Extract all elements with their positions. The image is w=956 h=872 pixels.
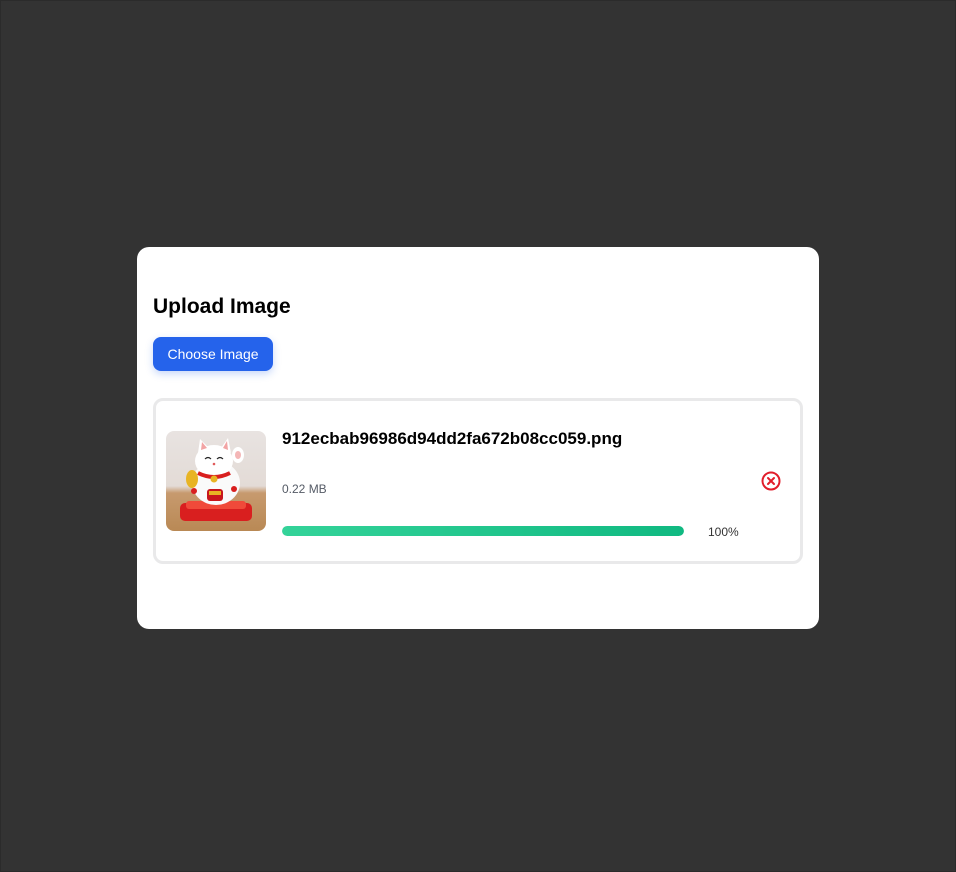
upload-progress-fill <box>282 526 684 536</box>
upload-progress-percent: 100% <box>708 525 739 539</box>
file-size: 0.22 MB <box>282 482 327 496</box>
file-thumbnail <box>166 431 266 531</box>
close-circle-icon <box>761 471 781 491</box>
file-name: 912ecbab96986d94dd2fa672b08cc059.png <box>282 429 623 448</box>
upload-modal: Upload Image Choose Image 912ecbab96986d… <box>137 247 819 629</box>
modal-title: Upload Image <box>153 295 291 318</box>
upload-progress-bar <box>282 526 684 536</box>
choose-image-button[interactable]: Choose Image <box>153 337 273 371</box>
maneki-neko-image <box>180 438 252 521</box>
remove-file-button[interactable] <box>760 470 782 492</box>
file-item: 912ecbab96986d94dd2fa672b08cc059.png 0.2… <box>153 398 803 564</box>
